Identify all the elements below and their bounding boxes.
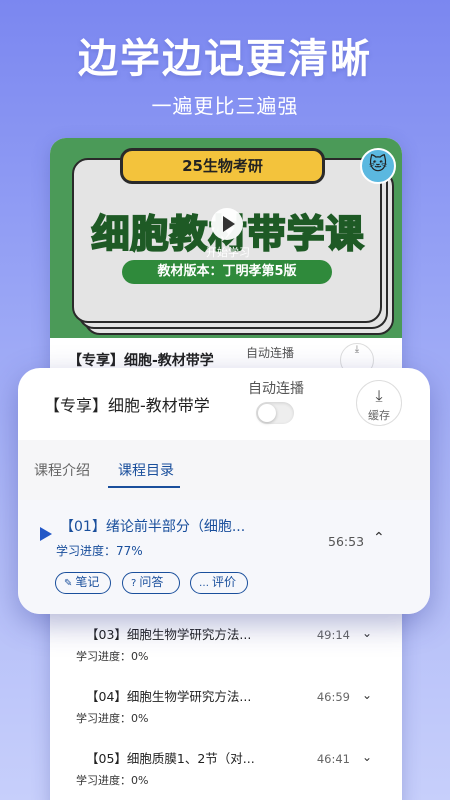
play-arrow-icon: [40, 527, 52, 541]
notes-label: 笔记: [75, 575, 100, 589]
save-label: 缓存: [368, 409, 390, 422]
play-icon[interactable]: [211, 208, 243, 240]
lesson-duration: 46:41: [316, 752, 350, 766]
lesson-duration: 49:14: [316, 628, 350, 642]
tab-course-catalog[interactable]: 课程目录: [118, 460, 174, 480]
question-icon: ?: [131, 578, 137, 589]
start-learning-label[interactable]: 开始学习: [190, 244, 266, 260]
lesson-item[interactable]: 【03】细胞生物学研究方法... 学习进度：0% 49:14 ⌄: [76, 624, 386, 686]
lesson-title: 【01】绪论前半部分（细胞...: [60, 519, 246, 535]
lesson-title: 【03】细胞生物学研究方法...: [86, 627, 252, 642]
chevron-down-icon[interactable]: ⌄: [362, 626, 372, 640]
chevron-down-icon[interactable]: ⌄: [362, 750, 372, 764]
video-tag: 25生物考研: [120, 148, 325, 184]
autoplay-label-behind: 自动连播: [246, 346, 295, 360]
edition-badge: 教材版本：丁明孝第5版: [122, 260, 332, 284]
comment-icon: …: [199, 578, 209, 589]
lesson-item[interactable]: 【04】细胞生物学研究方法... 学习进度：0% 46:59 ⌄: [76, 686, 386, 748]
lesson-title: 【05】细胞质膜1、2节（对...: [86, 751, 255, 766]
save-button[interactable]: ⤓ 缓存: [356, 380, 402, 426]
tab-course-intro[interactable]: 课程介绍: [34, 460, 90, 480]
lesson-title: 【04】细胞生物学研究方法...: [86, 689, 252, 704]
lesson-progress: 学习进度：0%: [76, 650, 149, 663]
chevron-up-icon[interactable]: ⌃: [373, 530, 385, 546]
qa-button[interactable]: ? 问答: [122, 572, 180, 594]
lesson-progress: 学习进度：0%: [76, 774, 149, 787]
qa-label: 问答: [139, 575, 164, 589]
active-lesson-item[interactable]: 【01】绪论前半部分（细胞... 56:53 ⌃ 学习进度：77% ✎ 笔记 ? 问…: [18, 500, 430, 614]
note-icon: ✎: [64, 578, 73, 589]
active-tab-indicator: [108, 486, 180, 488]
chevron-down-icon[interactable]: ⌄: [362, 688, 372, 702]
headline: 边学边记更清晰: [78, 36, 372, 82]
lesson-duration: 46:59: [316, 690, 350, 704]
review-button[interactable]: … 评价: [190, 572, 248, 594]
download-icon: ⤓: [375, 386, 383, 405]
autoplay-label: 自动连播: [248, 381, 304, 397]
course-title-behind: 【专享】细胞-教材带学: [68, 353, 214, 369]
autoplay-toggle[interactable]: [256, 402, 294, 424]
tab-bar: 课程介绍 课程目录: [18, 440, 430, 500]
course-title: 【专享】细胞-教材带学: [44, 396, 210, 415]
mascot-logo: 🐱: [360, 148, 396, 184]
course-detail-card: 【专享】细胞-教材带学 自动连播 ⤓ 缓存 课程介绍 课程目录 【01】绪论前半…: [18, 368, 430, 614]
lesson-progress: 学习进度：77%: [56, 544, 143, 558]
notes-button[interactable]: ✎ 笔记: [55, 572, 111, 594]
lesson-duration: 56:53: [328, 534, 365, 549]
review-label: 评价: [212, 575, 237, 589]
video-player[interactable]: 25生物考研 🐱 细胞教材带学课 开始学习 教材版本：丁明孝第5版: [50, 138, 402, 338]
lesson-item[interactable]: 【05】细胞质膜1、2节（对... 学习进度：0% 46:41 ⌄: [76, 748, 386, 800]
lesson-progress: 学习进度：0%: [76, 712, 149, 725]
subheadline: 一遍更比三遍强: [151, 94, 299, 118]
